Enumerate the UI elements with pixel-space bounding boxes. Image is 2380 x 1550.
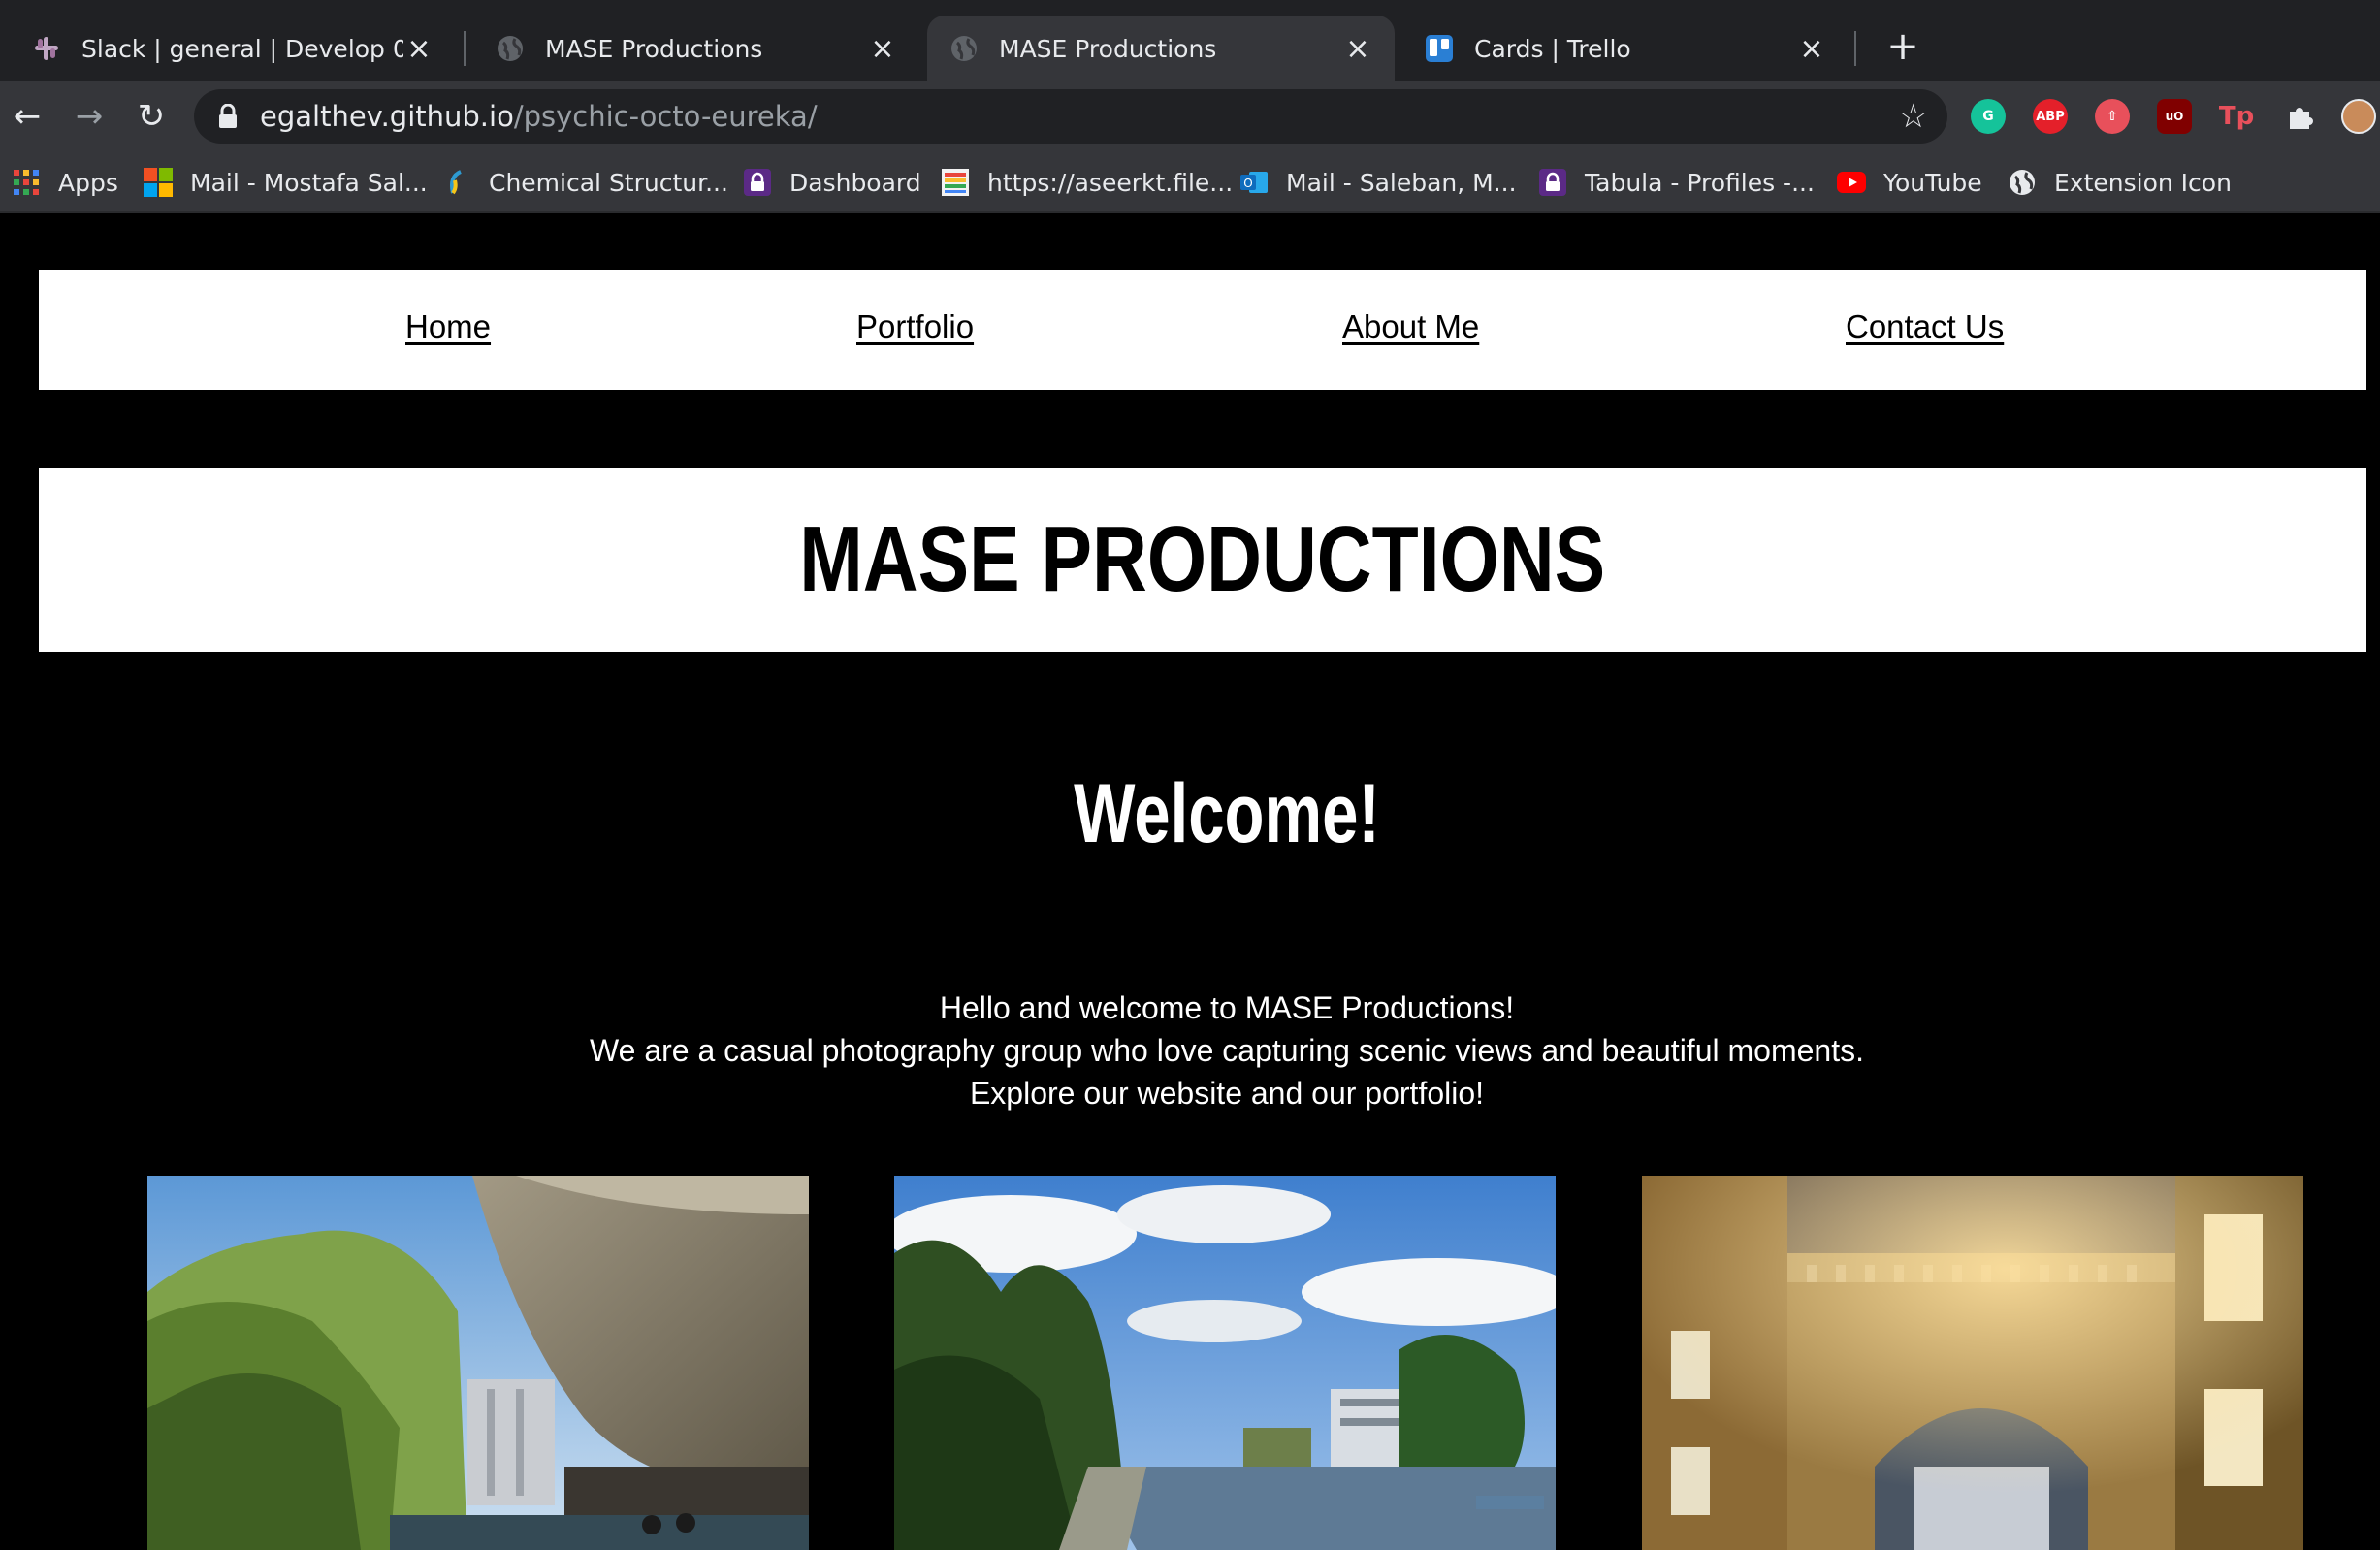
bookmark-label: Dashboard	[789, 168, 921, 197]
nav-contact-link[interactable]: Contact Us	[1846, 308, 2004, 345]
archway-night-photo[interactable]	[1642, 1176, 2303, 1550]
extension-label: Tp	[2218, 102, 2255, 131]
tab-title: Cards | Trello	[1474, 34, 1631, 63]
brand-title: MASE PRODUCTIONS	[799, 507, 1606, 611]
bookmarks-bar: Apps Mail - Mostafa Sal... Chemical Stru…	[0, 151, 2380, 213]
tp-extension-icon[interactable]: Tp	[2219, 99, 2254, 134]
site-nav: Home Portfolio About Me Contact Us	[39, 270, 2366, 390]
microsoft-icon	[144, 168, 173, 197]
close-tab-icon[interactable]: ×	[867, 32, 898, 66]
bookmark-youtube[interactable]: YouTube	[1837, 165, 1982, 200]
lock-bookmark-icon	[1538, 168, 1567, 197]
url-text: egalthev.github.io/psychic-octo-eureka/	[260, 100, 818, 133]
grammarly-icon[interactable]: G	[1971, 99, 2006, 134]
bookmark-label: Apps	[58, 168, 118, 197]
address-bar[interactable]: egalthev.github.io/psychic-octo-eureka/ …	[194, 89, 1947, 144]
intro-line: Explore our website and our portfolio!	[969, 1076, 1485, 1111]
extension-label: ABP	[2036, 109, 2065, 124]
bookmark-mail-mostafa[interactable]: Mail - Mostafa Sal...	[144, 165, 428, 200]
tab-separator	[1854, 31, 1856, 66]
lock-icon	[217, 103, 239, 129]
intro-text: Hello and welcome to MASE Productions! W…	[0, 986, 2380, 1114]
extension-label: ⇧	[2107, 109, 2118, 124]
bookmark-tabula[interactable]: Tabula - Profiles -...	[1538, 165, 1815, 200]
nav-portfolio-link[interactable]: Portfolio	[856, 308, 974, 345]
bookmark-label: Chemical Structur...	[489, 168, 728, 197]
tab-title: Slack | general | Develop 05.10	[81, 34, 403, 63]
canal-bridge-photo[interactable]	[147, 1176, 809, 1550]
reload-button[interactable]: ↻	[130, 95, 173, 138]
profile-avatar[interactable]	[2341, 99, 2376, 134]
nav-home-link[interactable]: Home	[405, 308, 491, 345]
tab-title: MASE Productions	[999, 34, 1217, 63]
globe-icon	[2008, 168, 2037, 197]
bookmark-mail-saleban[interactable]: O Mail - Saleban, M...	[1239, 165, 1517, 200]
browser-toolbar: ← → ↻ egalthev.github.io/psychic-octo-eu…	[0, 81, 2380, 151]
extensions-puzzle-icon[interactable]	[2283, 99, 2318, 134]
tab-separator	[464, 31, 466, 66]
url-path: /psychic-octo-eureka/	[513, 100, 818, 133]
globe-icon	[495, 33, 526, 64]
tab-mase-active[interactable]: MASE Productions ×	[927, 16, 1395, 81]
adblock-plus-icon[interactable]: ABP	[2033, 99, 2068, 134]
outlook-icon: O	[1239, 168, 1269, 197]
canal-towpath-photo[interactable]	[894, 1176, 1556, 1550]
tab-title: MASE Productions	[545, 34, 763, 63]
bookmark-label: Mail - Mostafa Sal...	[190, 168, 428, 197]
page-viewport: Home Portfolio About Me Contact Us MASE …	[0, 213, 2380, 1550]
close-tab-icon[interactable]: ×	[1796, 32, 1827, 66]
url-host: egalthev.github.io	[260, 100, 514, 133]
file-icon	[941, 168, 970, 197]
bookmark-chemical-structure[interactable]: Chemical Structur...	[442, 165, 728, 200]
close-tab-icon[interactable]: ×	[403, 32, 434, 66]
trello-icon	[1424, 33, 1455, 64]
bookmark-apps[interactable]: Apps	[12, 165, 118, 200]
tab-trello[interactable]: Cards | Trello ×	[1402, 16, 1849, 81]
extension-label: uO	[2165, 110, 2184, 123]
globe-icon	[949, 33, 980, 64]
bookmark-label: YouTube	[1883, 168, 1982, 197]
bookmark-star-icon[interactable]: ☆	[1899, 97, 1928, 136]
tab-strip: Slack | general | Develop 05.10 × MASE P…	[0, 0, 2380, 81]
chem-icon	[442, 168, 471, 197]
bookmark-dashboard[interactable]: Dashboard	[743, 165, 921, 200]
youtube-icon	[1837, 168, 1866, 197]
bookmark-label: https://aseerkt.file...	[987, 168, 1234, 197]
slack-icon	[31, 33, 62, 64]
bookmark-label: Extension Icon	[2054, 168, 2232, 197]
extension-label: G	[1982, 109, 1994, 124]
brand-banner: MASE PRODUCTIONS	[39, 468, 2366, 652]
apps-grid-icon	[12, 168, 41, 197]
intro-line: We are a casual photography group who lo…	[590, 1033, 1864, 1068]
bookmark-extension-icon[interactable]: Extension Icon	[2008, 165, 2232, 200]
lock-bookmark-icon	[743, 168, 772, 197]
new-tab-button[interactable]: +	[1881, 25, 1924, 68]
forward-button[interactable]: →	[68, 95, 111, 138]
intro-line: Hello and welcome to MASE Productions!	[939, 990, 1515, 1025]
upload-extension-icon[interactable]: ⇧	[2095, 99, 2130, 134]
ublock-origin-icon[interactable]: uO	[2157, 99, 2192, 134]
bookmark-label: Tabula - Profiles -...	[1585, 168, 1815, 197]
svg-text:O: O	[1243, 177, 1252, 190]
bookmark-label: Mail - Saleban, M...	[1286, 168, 1517, 197]
tab-slack[interactable]: Slack | general | Develop 05.10 ×	[10, 16, 456, 81]
back-button[interactable]: ←	[6, 95, 48, 138]
tab-mase-1[interactable]: MASE Productions ×	[473, 16, 919, 81]
bookmark-aseerkt-file[interactable]: https://aseerkt.file...	[941, 165, 1233, 200]
nav-about-link[interactable]: About Me	[1342, 308, 1479, 345]
close-tab-icon[interactable]: ×	[1342, 32, 1373, 66]
welcome-heading: Welcome!	[1074, 767, 1380, 860]
